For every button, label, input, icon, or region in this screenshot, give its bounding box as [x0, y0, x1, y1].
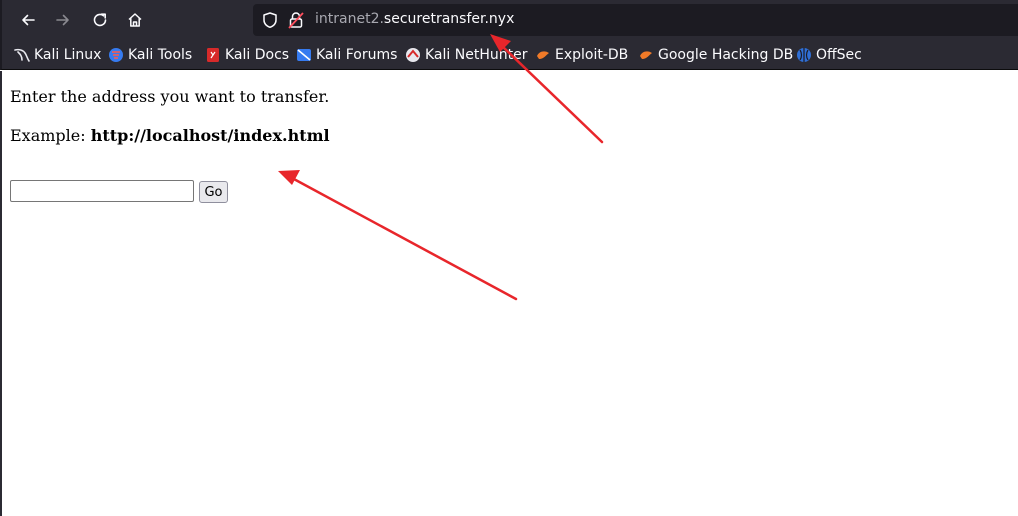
example-text: Example: http://localhost/index.html: [10, 126, 330, 145]
exploit-db-icon: [537, 51, 549, 59]
bookmark-kali-nethunter[interactable]: Kali NetHunter: [405, 45, 527, 65]
kali-docs-icon: [207, 48, 219, 62]
instruction-text: Enter the address you want to transfer.: [10, 87, 330, 106]
bookmark-kali-docs[interactable]: Kali Docs: [205, 45, 289, 65]
bookmark-google-hacking-db[interactable]: Google Hacking DB: [638, 45, 793, 65]
bookmark-exploit-db[interactable]: Exploit-DB: [535, 45, 628, 65]
bookmark-label: Kali NetHunter: [425, 47, 528, 63]
kali-dragon-icon: [14, 48, 30, 62]
go-button[interactable]: Go: [199, 181, 228, 203]
home-button[interactable]: [121, 6, 149, 34]
example-url: http://localhost/index.html: [90, 126, 330, 145]
google-hacking-db-icon: [640, 51, 652, 59]
bookmark-kali-forums[interactable]: Kali Forums: [296, 45, 397, 65]
bookmark-kali-linux[interactable]: Kali Linux: [14, 45, 101, 65]
insecure-lock-icon[interactable]: [288, 11, 304, 29]
browser-toolbar: intranet2.securetransfer.nyx: [0, 0, 1018, 40]
bookmark-label: Kali Docs: [225, 47, 290, 63]
page-content: Enter the address you want to transfer. …: [0, 71, 1018, 516]
bookmark-label: OffSec: [816, 47, 862, 63]
home-icon: [128, 13, 142, 27]
url-text[interactable]: intranet2.securetransfer.nyx: [315, 11, 514, 27]
kali-nethunter-icon: [406, 48, 420, 62]
bookmark-label: Kali Linux: [34, 47, 102, 63]
url-domain: securetransfer.nyx: [383, 11, 515, 27]
offsec-icon: [797, 48, 811, 62]
address-input[interactable]: [10, 180, 194, 202]
bookmarks-toolbar: Kali Linux Kali Tools Kali Docs Kali For…: [0, 40, 1018, 70]
shield-icon[interactable]: [261, 11, 279, 29]
bookmark-offsec[interactable]: OffSec: [796, 45, 862, 65]
bookmark-label: Kali Tools: [128, 47, 193, 63]
kali-tools-icon: [109, 48, 123, 62]
back-button[interactable]: [14, 6, 42, 34]
bookmark-label: Google Hacking DB: [658, 47, 794, 63]
reload-icon: [93, 13, 107, 27]
url-subdomain: intranet2.: [315, 11, 384, 27]
url-bar[interactable]: intranet2.securetransfer.nyx: [253, 4, 1018, 36]
example-label: Example:: [10, 126, 91, 145]
arrow-right-icon: [56, 14, 69, 26]
arrow-left-icon: [22, 14, 35, 26]
kali-forums-icon: [297, 49, 311, 61]
bookmark-label: Exploit-DB: [555, 47, 629, 63]
bookmark-label: Kali Forums: [316, 47, 398, 63]
bookmark-kali-tools[interactable]: Kali Tools: [108, 45, 192, 65]
forward-button[interactable]: [49, 6, 77, 34]
reload-button[interactable]: [86, 6, 114, 34]
